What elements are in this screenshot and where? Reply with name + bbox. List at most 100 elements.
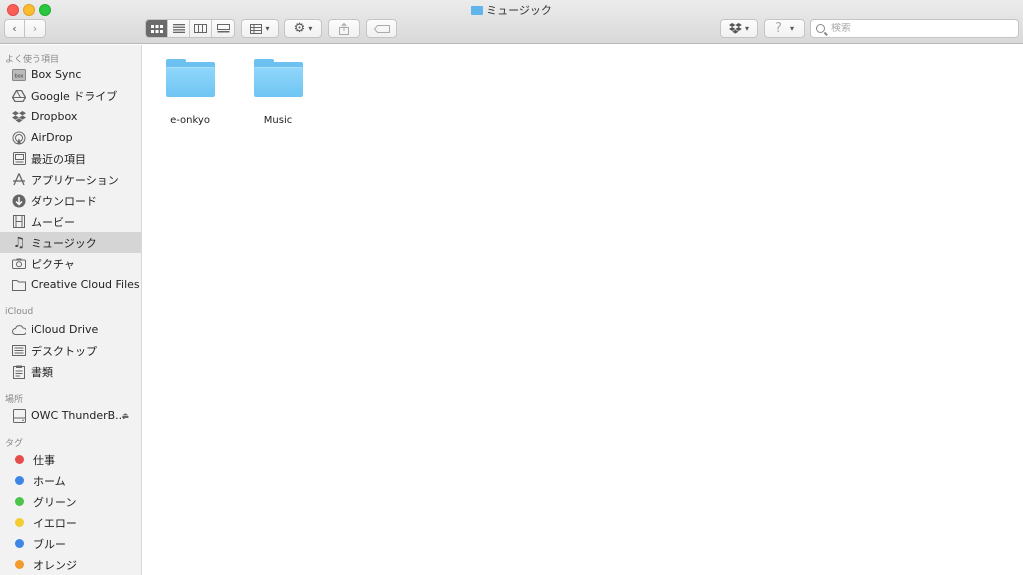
- chevron-right-icon: ›: [32, 22, 38, 35]
- dropbox-icon: [12, 110, 26, 124]
- folder-name: Music: [263, 115, 293, 126]
- toolbar: ミュージック ‹ › ▾ ⚙ ▾ ▾ ? ▾: [0, 0, 1023, 44]
- sidebar-item-pictures[interactable]: ピクチャ: [0, 253, 141, 274]
- help-button[interactable]: ? ▾: [764, 19, 805, 38]
- sidebar-item-movies[interactable]: ムービー: [0, 211, 141, 232]
- sidebar-item-box-sync[interactable]: box Box Sync: [0, 64, 141, 85]
- gear-icon: ⚙: [293, 21, 306, 36]
- question-mark-icon: ?: [775, 21, 782, 36]
- tag-color-dot: [15, 560, 24, 569]
- chevron-down-icon: ▾: [308, 24, 313, 33]
- chevron-left-icon: ‹: [12, 22, 17, 35]
- tag-icon: [373, 24, 390, 33]
- sidebar-item-desktop[interactable]: デスクトップ: [0, 340, 141, 361]
- sidebar-item-label: ダウンロード: [31, 194, 97, 208]
- folder-name: e-onkyo: [170, 115, 210, 126]
- folder-icon: [471, 6, 484, 15]
- sidebar-item-label: Google ドライブ: [31, 89, 118, 103]
- eject-icon[interactable]: ⏏: [121, 411, 129, 420]
- list-icon: [172, 24, 185, 33]
- sidebar-item-dropbox[interactable]: Dropbox: [0, 106, 141, 127]
- sidebar-tag-work[interactable]: 仕事: [0, 449, 141, 470]
- dropbox-button[interactable]: ▾: [720, 19, 758, 38]
- action-button[interactable]: ⚙ ▾: [284, 19, 322, 38]
- back-button[interactable]: ‹: [4, 19, 25, 38]
- icon-view-button[interactable]: [146, 20, 168, 37]
- sidebar-item-label: ムービー: [31, 215, 75, 229]
- forward-button[interactable]: ›: [25, 19, 46, 38]
- svg-text:box: box: [14, 73, 23, 79]
- gallery-icon: [216, 24, 230, 33]
- sidebar: よく使う項目 box Box Sync Google ドライブ Dropbox …: [0, 45, 142, 575]
- sidebar-item-label: グリーン: [33, 495, 77, 509]
- sidebar-item-google-drive[interactable]: Google ドライブ: [0, 85, 141, 106]
- downloads-icon: [12, 194, 26, 208]
- gallery-view-button[interactable]: [212, 20, 234, 37]
- chevron-down-icon: ▾: [744, 24, 749, 33]
- folder-icon: [165, 57, 215, 97]
- column-view-button[interactable]: [190, 20, 212, 37]
- sidebar-item-owc-thunderbay[interactable]: OWC ThunderB... ⏏: [0, 405, 141, 426]
- sidebar-item-applications[interactable]: アプリケーション: [0, 169, 141, 190]
- folder-icon: [253, 57, 303, 97]
- sidebar-section-tags: タグ: [5, 439, 24, 449]
- share-button[interactable]: [328, 19, 360, 38]
- sidebar-item-label: デスクトップ: [31, 344, 97, 358]
- camera-icon: [12, 257, 26, 271]
- group-button[interactable]: ▾: [241, 19, 279, 38]
- google-drive-icon: [12, 89, 26, 103]
- chevron-down-icon: ▾: [789, 24, 794, 33]
- sidebar-tag-home[interactable]: ホーム: [0, 470, 141, 491]
- chevron-down-icon: ▾: [265, 24, 270, 33]
- sidebar-tag-blue[interactable]: ブルー: [0, 533, 141, 554]
- sidebar-item-documents[interactable]: 書類: [0, 361, 141, 382]
- sidebar-item-label: 最近の項目: [31, 152, 86, 166]
- applications-icon: [12, 173, 26, 187]
- music-icon: ♫: [12, 234, 26, 251]
- window-title-text: ミュージック: [486, 4, 552, 17]
- recents-icon: [12, 152, 26, 166]
- sidebar-item-downloads[interactable]: ダウンロード: [0, 190, 141, 211]
- sidebar-item-label: 仕事: [33, 453, 55, 467]
- tag-color-dot: [15, 497, 24, 506]
- airdrop-icon: [12, 131, 26, 145]
- list-view-button[interactable]: [168, 20, 190, 37]
- desktop-icon: [12, 344, 26, 358]
- drive-icon: [12, 408, 26, 423]
- sidebar-item-icloud-drive[interactable]: iCloud Drive: [0, 319, 141, 340]
- view-mode-selector: [145, 19, 235, 38]
- cloud-icon: [12, 323, 26, 337]
- sidebar-item-airdrop[interactable]: AirDrop: [0, 127, 141, 148]
- folder-item-music[interactable]: Music: [231, 55, 325, 126]
- sidebar-item-label: AirDrop: [31, 131, 73, 144]
- window-title: ミュージック: [0, 2, 1023, 18]
- columns-icon: [194, 24, 207, 33]
- sidebar-item-label: ピクチャ: [31, 257, 75, 271]
- sidebar-item-label: ミュージック: [31, 236, 97, 250]
- search-input[interactable]: [831, 23, 1011, 34]
- sidebar-item-music[interactable]: ♫ ミュージック: [0, 232, 141, 253]
- sidebar-item-label: オレンジ: [33, 558, 77, 572]
- box-icon: box: [12, 68, 26, 82]
- folder-item-e-onkyo[interactable]: e-onkyo: [143, 55, 237, 126]
- movies-icon: [12, 215, 26, 229]
- share-icon: [339, 22, 349, 35]
- tag-button[interactable]: [366, 19, 397, 38]
- folder-icon: [12, 278, 26, 292]
- sidebar-item-label: 書類: [31, 365, 53, 379]
- sidebar-item-label: イエロー: [33, 516, 77, 530]
- sidebar-item-label: ブルー: [33, 537, 66, 551]
- sidebar-item-creative-cloud-files[interactable]: Creative Cloud Files: [0, 274, 141, 295]
- tag-color-dot: [15, 476, 24, 485]
- sidebar-tag-green[interactable]: グリーン: [0, 491, 141, 512]
- sidebar-item-label: Creative Cloud Files: [31, 278, 140, 291]
- sidebar-item-recents[interactable]: 最近の項目: [0, 148, 141, 169]
- file-browser: e-onkyo Music: [143, 45, 1023, 575]
- search-field[interactable]: [810, 19, 1019, 38]
- sidebar-item-label: OWC ThunderB...: [31, 409, 126, 422]
- sidebar-tag-yellow[interactable]: イエロー: [0, 512, 141, 533]
- group-grid-icon: [250, 23, 263, 34]
- sidebar-section-locations: 場所: [5, 395, 24, 405]
- sidebar-tag-orange[interactable]: オレンジ: [0, 554, 141, 575]
- sidebar-item-label: iCloud Drive: [31, 323, 99, 336]
